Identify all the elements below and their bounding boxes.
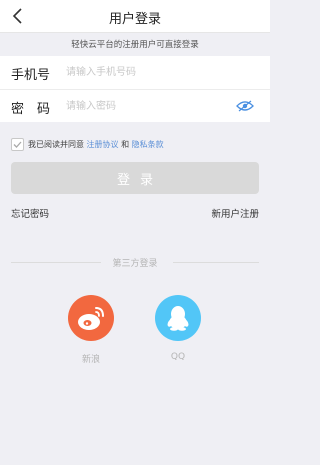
page-title: 用户登录 (108, 12, 161, 27)
login-form: 手机号 密 码 (0, 56, 270, 122)
terms-link[interactable]: 注册协议 (87, 140, 119, 149)
login-button[interactable]: 登录 (11, 162, 259, 194)
weibo-label: 新浪 (81, 355, 100, 365)
qq-login-button[interactable] (155, 295, 201, 341)
qq-label: QQ (170, 352, 186, 362)
password-label: 密 码 (11, 102, 51, 117)
agreement-text: 我已阅读并同意 注册协议 和 隐私条款 (28, 139, 164, 150)
phone-row: 手机号 (0, 56, 270, 89)
privacy-link[interactable]: 隐私条款 (132, 140, 164, 149)
register-link[interactable]: 新用户注册 (211, 206, 259, 220)
password-input[interactable] (66, 97, 231, 115)
weibo-icon (78, 307, 104, 330)
navigation-bar: 用户登录 (0, 0, 270, 33)
checkmark-icon (13, 141, 22, 148)
agreement-prefix: 我已阅读并同意 (28, 140, 84, 149)
phone-input[interactable] (66, 63, 231, 81)
forgot-password-link[interactable]: 忘记密码 (11, 206, 49, 220)
password-row: 密 码 (0, 89, 270, 122)
agreement-and: 和 (121, 140, 130, 149)
eye-icon[interactable] (236, 100, 254, 112)
weibo-login-button[interactable] (68, 295, 114, 341)
divider-right (173, 262, 259, 263)
agreement-checkbox[interactable] (11, 138, 24, 151)
login-notice: 轻快云平台的注册用户可直接登录 (71, 40, 199, 50)
phone-label: 手机号 (11, 68, 51, 83)
qq-penguin-icon (167, 306, 189, 331)
